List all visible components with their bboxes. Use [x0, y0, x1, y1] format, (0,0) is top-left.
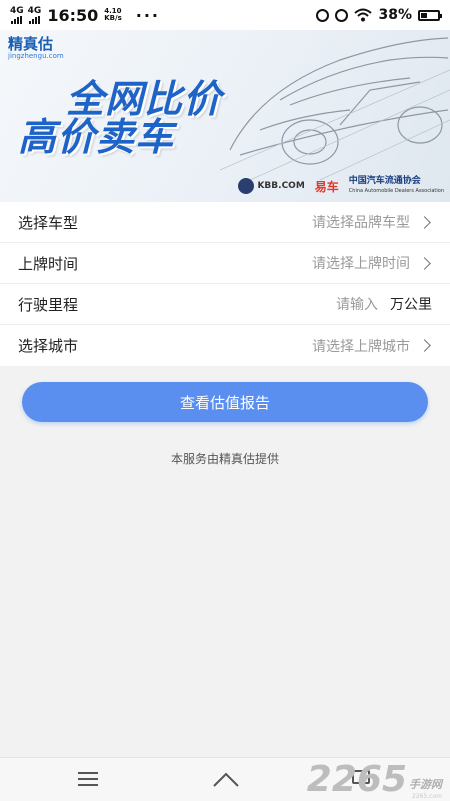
partner-association-en: China Automobile Dealers Association	[348, 188, 444, 194]
slogan: 全网比价 高价卖车	[18, 80, 222, 156]
home-icon[interactable]	[212, 770, 240, 788]
provider-note: 本服务由精真估提供	[170, 452, 279, 466]
chevron-right-icon	[418, 215, 431, 229]
slogan-line-1: 全网比价	[66, 77, 223, 121]
view-report-button[interactable]: 查看估值报告	[22, 382, 428, 422]
signal-2: 4G	[27, 5, 42, 24]
mileage-row: 行驶里程 请输入 万公里	[0, 284, 450, 325]
logo-name: 精真估	[8, 35, 54, 53]
partner-kbb: KBB.COM	[238, 178, 305, 194]
row-label-mileage: 行驶里程	[18, 295, 79, 314]
select-city-row[interactable]: 选择城市 请选择上牌城市	[0, 325, 450, 366]
alarm-icon	[316, 8, 330, 22]
valuation-form: 选择车型 请选择品牌车型 上牌时间 请选择上牌时间 行驶里程 请输入 万公里 选…	[0, 202, 450, 366]
car-sketch-image	[220, 37, 450, 180]
partner-yiche: 易车	[314, 179, 339, 194]
promo-banner[interactable]: 精真估 jingzhengu.com 全网比价 高价卖车 KBB.COM 易车	[0, 30, 450, 202]
select-model-row[interactable]: 选择车型 请选择品牌车型	[0, 202, 450, 243]
battery-percent: 38%	[378, 7, 412, 23]
watermark-text: 手游网	[409, 778, 442, 791]
model-value: 请选择品牌车型	[312, 215, 410, 231]
signal-bars-icon	[28, 15, 40, 24]
clock: 16:50	[47, 5, 99, 25]
more-notifications-icon: ···	[135, 5, 160, 25]
logo-url: jingzhengu.com	[8, 52, 64, 60]
mileage-unit: 万公里	[390, 297, 432, 313]
registration-date-row[interactable]: 上牌时间 请选择上牌时间	[0, 243, 450, 284]
speed-unit: KB/s	[104, 14, 122, 22]
system-nav-bar: 2265 手游网 2265.com	[0, 757, 450, 801]
brand-logo: 精真估 jingzhengu.com	[8, 36, 64, 60]
status-bar: 4G 4G 16:50 4.10 KB/s ··· 38%	[0, 0, 450, 30]
wifi-icon	[354, 8, 373, 22]
network-type-2: 4G	[27, 5, 42, 16]
date-value: 请选择上牌时间	[312, 256, 410, 272]
network-type-1: 4G	[10, 5, 24, 16]
signal-1: 4G	[10, 5, 24, 24]
chevron-right-icon	[418, 256, 431, 270]
network-speed: 4.10 KB/s	[104, 8, 121, 22]
watermark: 2265 手游网 2265.com	[306, 759, 442, 801]
signal-bars-icon	[11, 15, 23, 24]
dnd-icon	[335, 8, 349, 22]
row-label-model: 选择车型	[18, 213, 79, 232]
menu-icon[interactable]	[78, 772, 98, 786]
kbb-logo-icon	[238, 178, 255, 194]
row-label-city: 选择城市	[18, 337, 79, 355]
battery-icon	[418, 9, 442, 21]
mileage-input[interactable]: 请输入	[336, 294, 378, 314]
partner-association: 中国汽车流通协会 China Automobile Dealers Associ…	[349, 176, 444, 196]
partner-association-name: 中国汽车流通协会	[348, 176, 421, 186]
watermark-number: 2265	[306, 759, 407, 800]
slogan-line-2: 高价卖车	[18, 115, 175, 159]
chevron-right-icon	[418, 339, 431, 352]
partner-logos: KBB.COM 易车 中国汽车流通协会 China Automobile Dea…	[238, 176, 444, 196]
partner-kbb-label: KBB.COM	[257, 181, 305, 191]
row-label-date: 上牌时间	[18, 254, 79, 273]
watermark-url: 2265.com	[412, 793, 442, 800]
city-value: 请选择上牌城市	[312, 338, 410, 355]
